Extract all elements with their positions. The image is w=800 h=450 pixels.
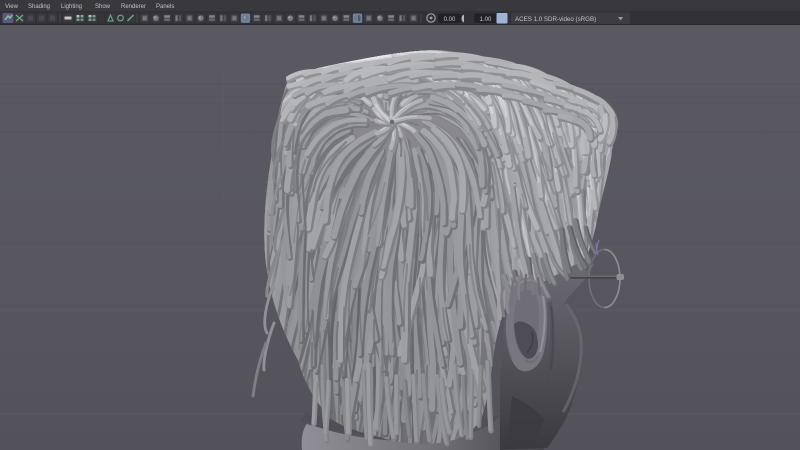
svg-text:View: View [5, 4, 19, 10]
svg-text:ACES 1.0 SDR-video (sRGB): ACES 1.0 SDR-video (sRGB) [515, 16, 596, 23]
svg-text:Renderer: Renderer [121, 4, 146, 10]
svg-text:1.00: 1.00 [480, 17, 492, 23]
svg-text:Show: Show [95, 4, 111, 10]
svg-text:Shading: Shading [28, 4, 50, 10]
svg-text:Panels: Panels [156, 4, 174, 10]
svg-text:Lighting: Lighting [61, 4, 82, 10]
svg-text:0.00: 0.00 [444, 17, 456, 23]
